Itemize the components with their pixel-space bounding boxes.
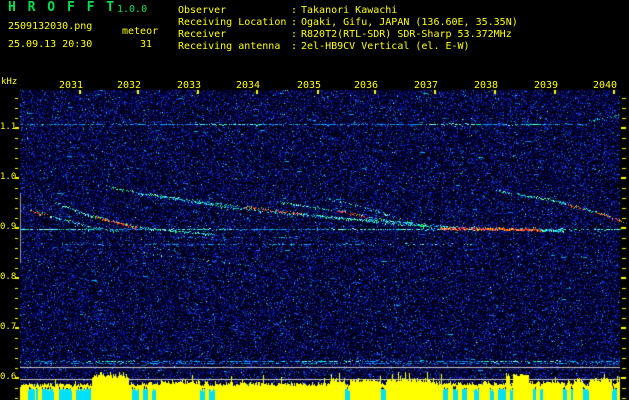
- mode-label: meteor: [122, 26, 159, 37]
- time-tick-label: 2034: [235, 80, 261, 91]
- info-separator: :: [291, 17, 298, 28]
- freq-tick-label: 1.0: [0, 172, 17, 182]
- info-value: Takanori Kawachi: [301, 5, 398, 16]
- echo-count: 31: [140, 39, 153, 50]
- time-tick-label: 2032: [116, 80, 142, 91]
- capture-datetime: 25.09.13 20:30: [8, 39, 93, 50]
- spectrogram-canvas: [0, 0, 629, 400]
- app-title: H R O F F T: [8, 0, 117, 15]
- time-tick-label: 2035: [296, 80, 322, 91]
- info-label: Receiving Location: [178, 17, 287, 28]
- info-separator: :: [291, 29, 298, 40]
- freq-tick-label: 0.9: [0, 222, 17, 232]
- app-version: 1.0.0: [117, 4, 148, 15]
- hrofft-window: H R O F F T 1.0.0 2509132030.png meteor …: [0, 0, 629, 400]
- time-tick-label: 2036: [353, 80, 379, 91]
- info-label: Receiving antenna: [178, 41, 281, 52]
- info-label: Receiver: [178, 29, 227, 40]
- time-tick-label: 2037: [413, 80, 439, 91]
- time-tick-label: 2038: [473, 80, 499, 91]
- info-label: Observer: [178, 5, 227, 16]
- info-value: R820T2(RTL-SDR) SDR-Sharp 53.372MHz: [301, 29, 512, 40]
- capture-filename: 2509132030.png: [8, 21, 93, 32]
- time-tick-label: 2039: [533, 80, 559, 91]
- info-value: Ogaki, Gifu, JAPAN (136.60E, 35.35N): [301, 17, 518, 28]
- info-separator: :: [291, 41, 298, 52]
- freq-tick-label: 0.6: [0, 372, 17, 382]
- freq-axis-unit: kHz: [1, 77, 18, 87]
- info-value: 2el-HB9CV Vertical (el. E-W): [301, 41, 470, 52]
- freq-tick-label: 1.1: [0, 122, 17, 132]
- freq-tick-label: 0.8: [0, 272, 17, 282]
- time-tick-label: 2040: [592, 80, 618, 91]
- info-separator: :: [291, 5, 298, 16]
- time-tick-label: 2031: [58, 80, 84, 91]
- freq-tick-label: 0.7: [0, 322, 17, 332]
- time-tick-label: 2033: [176, 80, 202, 91]
